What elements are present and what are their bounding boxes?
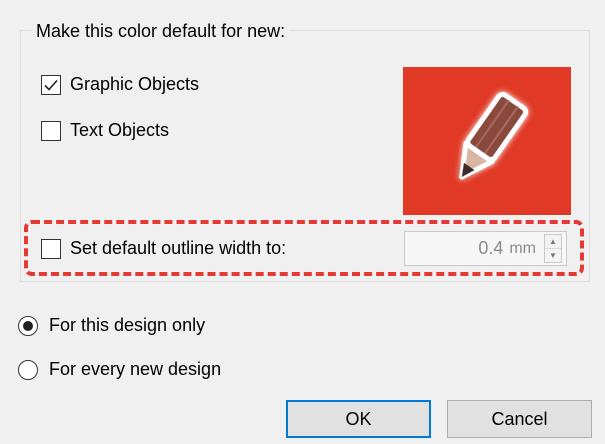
graphic-objects-label: Graphic Objects: [70, 74, 200, 94]
this-design-radio[interactable]: [18, 315, 38, 336]
text-objects-option[interactable]: Text Objects: [41, 120, 169, 141]
ok-button[interactable]: OK: [286, 400, 431, 438]
outline-width-spinbox[interactable]: 0.4 mm ▲ ▼: [404, 231, 567, 266]
outline-width-value[interactable]: 0.4: [405, 238, 509, 259]
outline-width-checkbox[interactable]: [41, 238, 61, 259]
radio-selected-dot: [23, 320, 33, 331]
checkmark-icon: [44, 79, 58, 91]
spin-buttons[interactable]: ▲ ▼: [544, 234, 562, 263]
color-preview: [403, 67, 571, 215]
outline-width-unit: mm: [509, 239, 536, 257]
every-design-label: For every new design: [49, 359, 222, 379]
outline-width-label: Set default outline width to:: [70, 238, 287, 258]
spin-up-icon[interactable]: ▲: [545, 235, 561, 249]
every-design-radio[interactable]: [18, 359, 38, 380]
spin-down-icon[interactable]: ▼: [545, 249, 561, 262]
text-objects-label: Text Objects: [70, 120, 170, 140]
pencil-icon: [459, 91, 529, 180]
scope-every-design-option[interactable]: For every new design: [18, 359, 221, 380]
cancel-button[interactable]: Cancel: [447, 400, 592, 438]
this-design-label: For this design only: [49, 315, 206, 335]
graphic-objects-checkbox[interactable]: [41, 74, 61, 95]
group-title: Make this color default for new:: [32, 20, 290, 42]
scope-this-design-option[interactable]: For this design only: [18, 315, 205, 336]
graphic-objects-option[interactable]: Graphic Objects: [41, 74, 199, 95]
outline-width-option[interactable]: Set default outline width to:: [41, 238, 286, 259]
text-objects-checkbox[interactable]: [41, 120, 61, 141]
